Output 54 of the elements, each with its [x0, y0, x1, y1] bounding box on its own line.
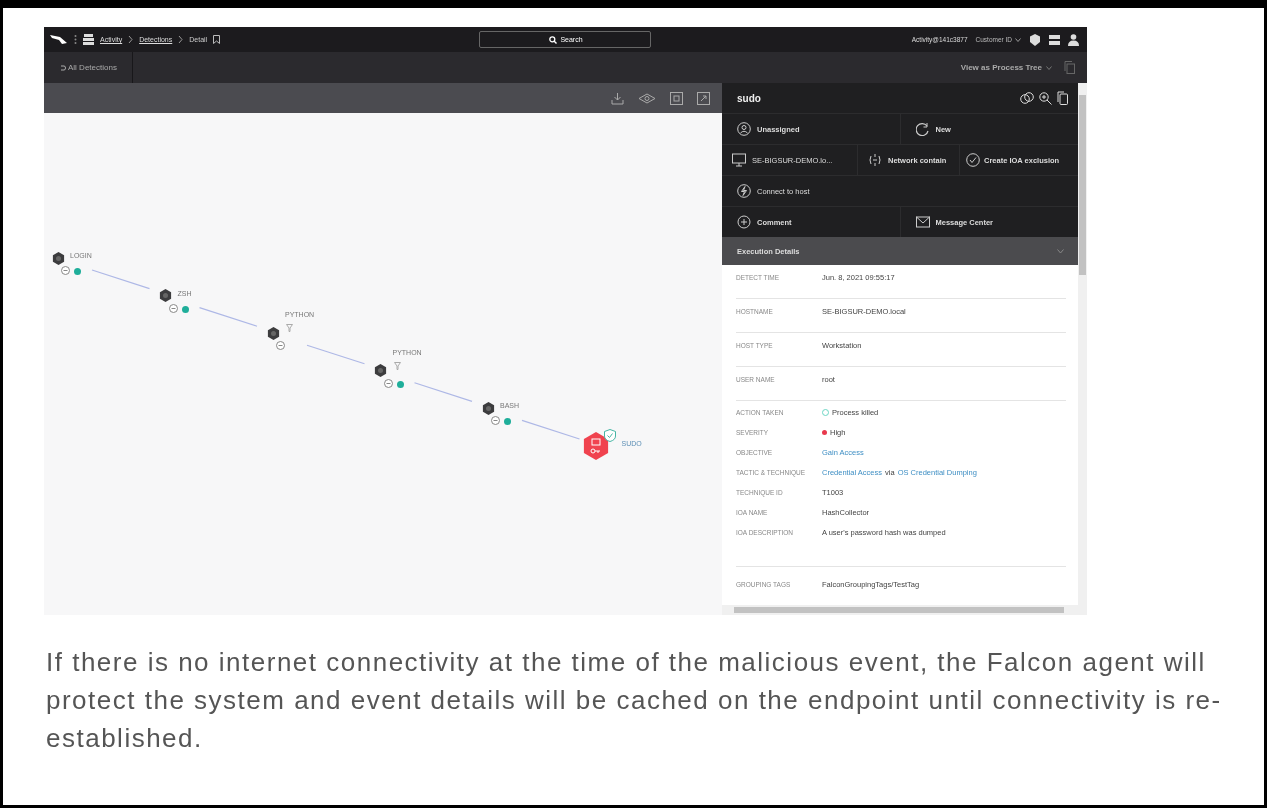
zoom-in-icon[interactable]	[1039, 91, 1052, 105]
chevron-icon	[178, 36, 184, 43]
chevron-icon	[128, 36, 134, 43]
connector-line	[413, 382, 473, 402]
shield-badge-icon	[603, 429, 616, 442]
panel-title: sudo	[737, 92, 761, 104]
caret-icon	[1057, 248, 1064, 254]
caret-icon	[1046, 65, 1052, 70]
view-menu[interactable]: View as Process Tree	[960, 63, 1052, 72]
stack-icon[interactable]	[83, 34, 94, 45]
process-node-icon[interactable]	[159, 289, 172, 303]
copy-icon[interactable]	[1057, 91, 1068, 105]
bolt-icon	[737, 184, 751, 198]
bird-logo-icon[interactable]	[50, 34, 68, 45]
collapse-icon[interactable]	[491, 416, 500, 426]
alert-node-icon[interactable]	[581, 432, 610, 460]
user-icon[interactable]	[1068, 33, 1079, 46]
collapse-icon[interactable]	[168, 303, 178, 313]
collapse-icon[interactable]	[61, 266, 70, 275]
refresh-icon	[915, 122, 930, 136]
zoom-box-icon[interactable]	[670, 91, 683, 105]
caret-icon	[1015, 37, 1021, 42]
monitor-icon	[732, 153, 746, 167]
mail-icon	[915, 215, 930, 229]
plus-circle-icon	[737, 215, 751, 229]
process-node-icon[interactable]	[266, 326, 280, 340]
person-icon	[737, 122, 751, 136]
connector-line	[198, 307, 258, 327]
badge-icon[interactable]	[1029, 33, 1041, 46]
process-node-icon[interactable]	[374, 364, 387, 378]
back-icon	[60, 64, 66, 71]
process-node-icon[interactable]	[481, 401, 495, 415]
scrollbar[interactable]	[1078, 83, 1087, 605]
connector-line	[306, 344, 366, 365]
download-icon[interactable]	[611, 91, 624, 105]
caption-text: If there is no internet connectivity at the time of the malicious event, the Falcon agent will protect the system and event details will be cached on the endpoint until connectivity is re-established.	[46, 646, 1223, 755]
cubes-icon[interactable]	[1020, 92, 1034, 104]
severity-dot-icon	[822, 430, 827, 435]
eye-icon[interactable]	[638, 92, 656, 104]
check-circle-icon	[966, 153, 980, 167]
scrollbar-thumb[interactable]	[734, 607, 1064, 613]
scrollbar[interactable]	[722, 605, 1087, 615]
connector-line	[91, 269, 151, 290]
contain-icon	[868, 153, 882, 167]
process-node-icon[interactable]	[51, 251, 65, 265]
collapse-icon[interactable]	[383, 378, 393, 388]
server-icon[interactable]	[1049, 34, 1060, 45]
more-icon[interactable]	[74, 34, 77, 45]
search-icon	[548, 35, 557, 44]
scrollbar-thumb[interactable]	[1079, 95, 1086, 275]
bookmark-icon[interactable]	[213, 35, 221, 44]
collapse-icon[interactable]	[276, 341, 285, 351]
connector-line	[521, 419, 581, 440]
expand-icon[interactable]	[697, 91, 710, 105]
